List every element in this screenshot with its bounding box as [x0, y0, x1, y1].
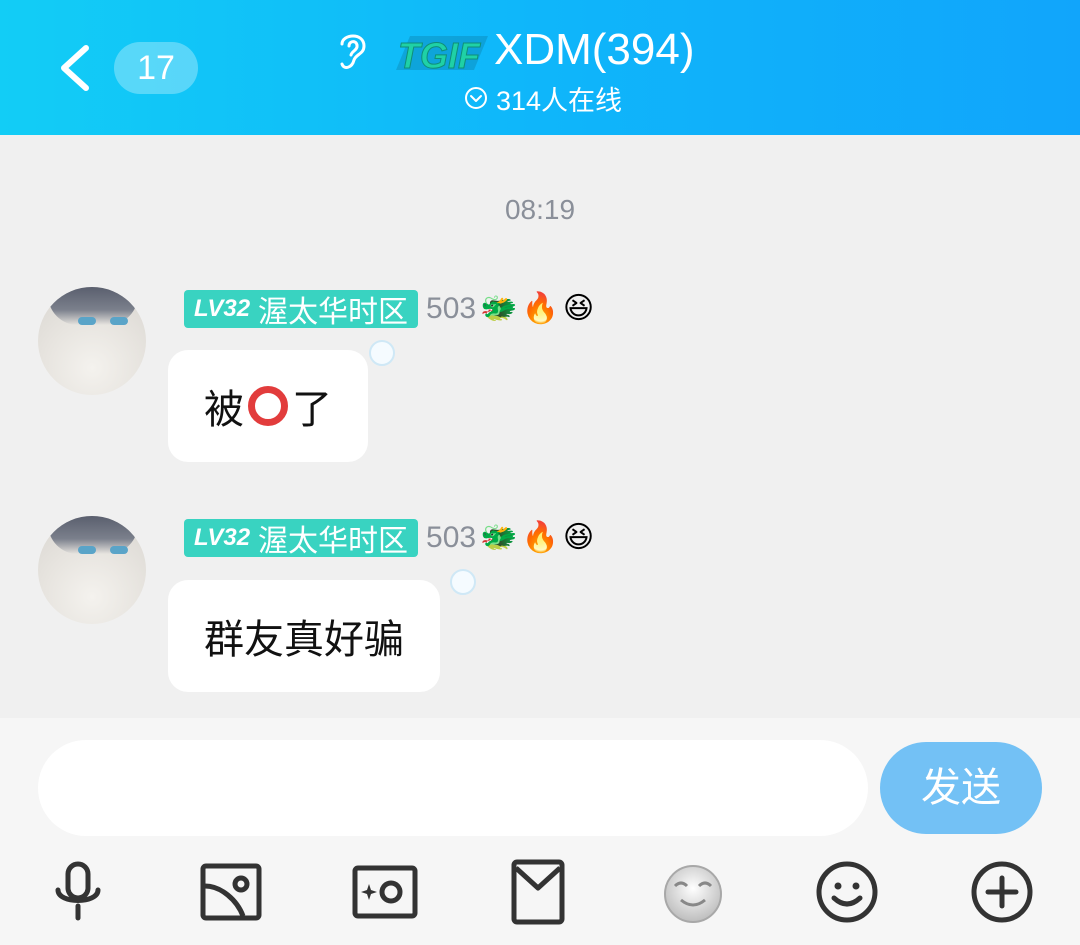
plus-icon[interactable] [964, 854, 1040, 930]
avatar[interactable] [38, 287, 146, 395]
message-input[interactable] [38, 740, 868, 836]
points-label: 503 [426, 521, 477, 554]
flower-face-badge-icon[interactable]: 😆 [563, 519, 594, 557]
microphone-icon[interactable] [40, 854, 116, 930]
message-text: 群友真好骗 [204, 617, 404, 663]
camera-icon[interactable] [347, 854, 423, 930]
send-button[interactable]: 发送 [880, 742, 1042, 834]
chat-header: 17 TGIF XDM(394) 314人在线 [0, 0, 1080, 135]
dragon-badge-icon[interactable]: 🐲 [480, 290, 517, 328]
message-text-part: 了 [292, 387, 332, 433]
sticker-face-icon[interactable] [655, 854, 731, 930]
online-count-label: 314人在线 [496, 85, 623, 116]
red-packet-icon[interactable] [500, 854, 576, 930]
logo-text: TGIF [398, 35, 481, 76]
group-logo: TGIF [390, 30, 490, 77]
chevron-down-circle-icon [465, 87, 487, 109]
online-status[interactable]: 314人在线 [464, 80, 622, 116]
ear-icon[interactable] [334, 28, 370, 74]
level-tag[interactable]: LV32 渥太华时区 [184, 290, 419, 330]
emoji-icon[interactable] [809, 854, 885, 930]
message-bubble[interactable]: 被 了 [168, 350, 368, 462]
dragon-badge-icon[interactable]: 🐲 [480, 519, 517, 557]
message-timestamp: 08:19 [504, 194, 576, 225]
back-button[interactable] [52, 40, 100, 96]
flower-face-badge-icon[interactable]: 😆 [563, 290, 594, 328]
group-nickname: 渥太华时区 [258, 524, 409, 559]
composer-area: 发送 [0, 718, 1080, 945]
chat-title[interactable]: XDM(394) [494, 22, 695, 78]
level-label: LV32 [194, 295, 251, 322]
points-label: 503 [426, 292, 477, 325]
unread-count-badge[interactable]: 17 [114, 42, 198, 94]
red-circle-emoji-icon [248, 386, 288, 426]
level-tag[interactable]: LV32 渥太华时区 [184, 519, 419, 559]
group-nickname: 渥太华时区 [258, 295, 409, 330]
level-label: LV32 [194, 524, 251, 551]
bubble-decoration [450, 569, 476, 595]
fire-badge-icon[interactable]: 🔥 [521, 290, 558, 328]
sender-info: LV32 渥太华时区 503 🐲 🔥 😆 [184, 290, 594, 330]
fire-badge-icon[interactable]: 🔥 [521, 519, 558, 557]
message-text-part: 被 [204, 387, 244, 433]
bubble-decoration [369, 340, 395, 366]
sender-info: LV32 渥太华时区 503 🐲 🔥 😆 [184, 519, 594, 559]
message-bubble[interactable]: 群友真好骗 [168, 580, 440, 692]
image-icon[interactable] [193, 854, 269, 930]
avatar[interactable] [38, 516, 146, 624]
chevron-left-icon [61, 45, 89, 91]
